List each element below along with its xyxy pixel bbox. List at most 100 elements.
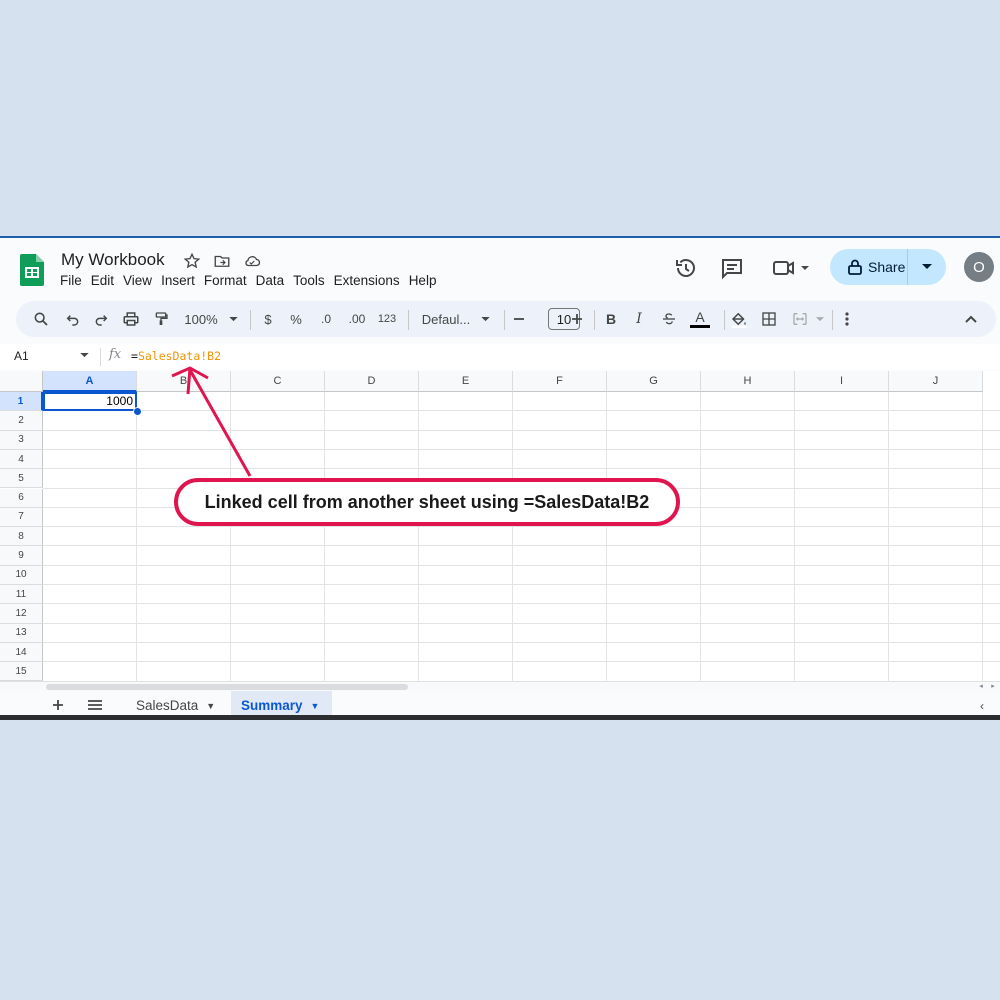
meet-video-icon[interactable] — [772, 256, 796, 280]
formula-reference: SalesData!B2 — [137, 349, 222, 363]
collapse-sidebar-chevron-icon[interactable]: ‹ — [980, 699, 984, 713]
row-header-1[interactable]: 1 — [0, 392, 43, 412]
column-header-c[interactable]: C — [231, 371, 325, 392]
star-icon[interactable] — [183, 252, 201, 270]
document-title[interactable]: My Workbook — [61, 250, 165, 270]
chevron-up-icon — [965, 315, 977, 323]
select-all-corner[interactable] — [0, 371, 43, 392]
share-dropdown[interactable] — [908, 249, 946, 285]
fill-color-button[interactable] — [728, 301, 750, 337]
scroll-left-button[interactable]: ◂ — [976, 683, 986, 691]
format-currency-button[interactable]: $ — [260, 301, 276, 337]
row-header-14[interactable]: 14 — [0, 642, 43, 663]
bold-button[interactable]: B — [602, 301, 620, 337]
row-header-7[interactable]: 7 — [0, 507, 43, 528]
os-taskbar — [0, 715, 1000, 720]
row-header-5[interactable]: 5 — [0, 469, 43, 489]
row-header-8[interactable]: 8 — [0, 527, 43, 547]
name-box-dropdown-icon[interactable] — [80, 353, 89, 358]
account-avatar[interactable]: O — [964, 252, 994, 282]
column-header-e[interactable]: E — [419, 371, 513, 392]
column-header-d[interactable]: D — [325, 371, 419, 392]
fill-handle[interactable] — [133, 407, 142, 416]
zoom-dropdown-icon[interactable] — [226, 301, 240, 337]
scroll-right-button[interactable]: ▸ — [988, 683, 998, 691]
chevron-down-icon — [922, 264, 932, 269]
row-header-4[interactable]: 4 — [0, 449, 43, 470]
font-select[interactable]: Defaul... — [418, 301, 474, 337]
move-to-folder-icon[interactable] — [213, 252, 231, 270]
column-header-b[interactable]: B — [137, 371, 231, 392]
all-sheets-icon[interactable] — [86, 695, 104, 715]
name-box[interactable]: A1 — [14, 349, 29, 363]
undo-button[interactable] — [62, 301, 84, 337]
sheets-logo-icon[interactable] — [20, 254, 44, 286]
menu-view[interactable]: View — [121, 273, 159, 288]
increase-decimal-button[interactable]: .00 — [344, 301, 370, 337]
menu-insert[interactable]: Insert — [159, 273, 202, 288]
zoom-select[interactable]: 100% — [180, 301, 222, 337]
meet-dropdown-icon[interactable] — [800, 256, 810, 280]
print-button[interactable] — [120, 301, 142, 337]
borders-button[interactable] — [758, 301, 780, 337]
column-header-h[interactable]: H — [701, 371, 795, 392]
version-history-icon[interactable] — [674, 256, 698, 280]
row-header-3[interactable]: 3 — [0, 430, 43, 450]
menu-file[interactable]: File — [58, 273, 89, 288]
menu-data[interactable]: Data — [254, 273, 292, 288]
font-dropdown-icon[interactable] — [478, 301, 492, 337]
redo-button[interactable] — [90, 301, 112, 337]
text-color-button[interactable]: A — [688, 301, 712, 337]
row-header-12[interactable]: 12 — [0, 604, 43, 624]
column-header-j[interactable]: J — [889, 371, 983, 392]
row-header-10[interactable]: 10 — [0, 565, 43, 585]
row-header-6[interactable]: 6 — [0, 488, 43, 508]
strikethrough-button[interactable] — [658, 301, 680, 337]
more-options-button[interactable] — [838, 301, 856, 337]
app-header: My Workbook File Edit View Insert Format… — [0, 238, 1000, 294]
undo-icon — [66, 315, 79, 326]
menu-edit[interactable]: Edit — [89, 273, 121, 288]
column-header-i[interactable]: I — [795, 371, 889, 392]
sheet-tab-label: SalesData — [136, 698, 199, 713]
row-header-2[interactable]: 2 — [0, 411, 43, 431]
column-header-a[interactable]: A — [43, 371, 137, 392]
merge-cells-icon — [793, 313, 807, 325]
menu-format[interactable]: Format — [202, 273, 254, 288]
share-button[interactable]: Share — [830, 249, 946, 285]
formula-input[interactable]: =SalesData!B2 — [131, 349, 221, 363]
more-formats-button[interactable]: 123 — [374, 301, 400, 337]
decrease-font-size-button[interactable] — [510, 301, 528, 337]
menu-tools[interactable]: Tools — [291, 273, 332, 288]
merge-dropdown-icon[interactable] — [814, 301, 826, 337]
add-sheet-icon[interactable] — [50, 695, 66, 715]
column-header-f[interactable]: F — [513, 371, 607, 392]
row-header-13[interactable]: 13 — [0, 623, 43, 643]
row-header-11[interactable]: 11 — [0, 585, 43, 605]
italic-button[interactable]: I — [630, 301, 648, 337]
paint-format-button[interactable] — [150, 301, 172, 337]
sheet-tab-dropdown-icon[interactable]: ▼ — [206, 701, 215, 711]
collapse-toolbar-button[interactable] — [960, 301, 982, 337]
lock-icon — [848, 259, 862, 275]
cell-a1[interactable]: 1000 — [43, 392, 137, 411]
scrollbar-thumb[interactable] — [46, 684, 408, 690]
search-menus-button[interactable] — [30, 301, 52, 337]
row-header-9[interactable]: 9 — [0, 546, 43, 566]
cloud-saved-icon[interactable] — [243, 252, 261, 270]
row-header-15[interactable]: 15 — [0, 662, 43, 681]
sheet-tab-label: Summary — [241, 698, 303, 713]
decrease-decimal-button[interactable]: .0 — [314, 301, 338, 337]
menu-extensions[interactable]: Extensions — [332, 273, 407, 288]
merge-cells-button[interactable] — [788, 301, 812, 337]
comments-icon[interactable] — [720, 256, 744, 280]
column-header-g[interactable]: G — [607, 371, 701, 392]
menu-help[interactable]: Help — [407, 273, 444, 288]
paint-format-icon — [155, 312, 168, 325]
spreadsheet-grid[interactable]: A B C D E F G H I J 1 2 3 4 5 6 7 8 9 10 11 12 13 14 15 1000 — [0, 371, 1000, 681]
plus-icon — [572, 314, 582, 324]
format-percent-button[interactable]: % — [288, 301, 304, 337]
fx-icon: fx — [109, 347, 122, 362]
sheet-tab-dropdown-icon[interactable]: ▼ — [311, 701, 320, 711]
increase-font-size-button[interactable] — [568, 301, 586, 337]
